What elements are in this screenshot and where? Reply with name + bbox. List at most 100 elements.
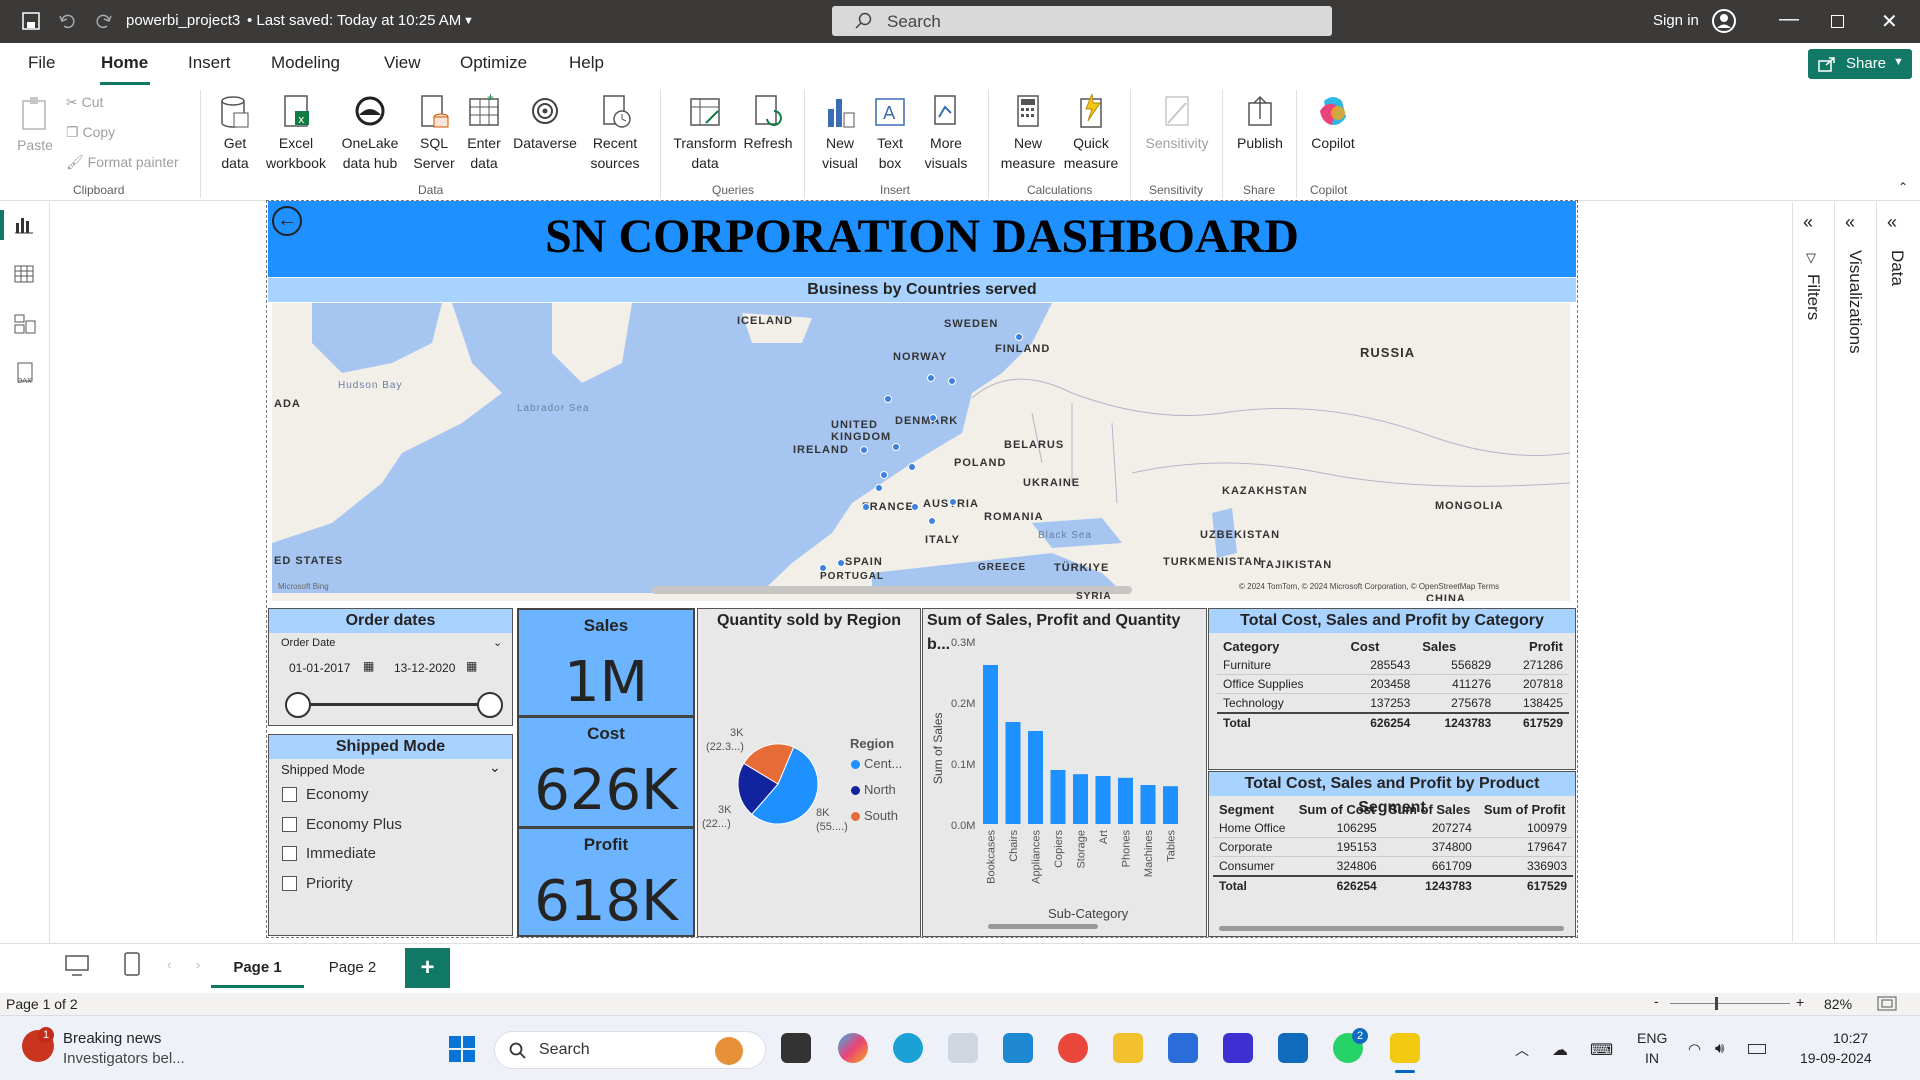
clock-date[interactable]: 19-09-2024 xyxy=(1800,1050,1872,1066)
redo-icon[interactable] xyxy=(95,12,113,30)
column-header[interactable]: Cost xyxy=(1345,637,1417,656)
column-header[interactable]: Category xyxy=(1217,637,1345,656)
transform-data-button[interactable]: Transform data xyxy=(670,93,740,173)
table-row[interactable]: Corporate 195153 374800 179647 xyxy=(1213,837,1573,857)
app-icon[interactable] xyxy=(1223,1033,1253,1063)
cost-card[interactable]: Cost 626K xyxy=(517,716,695,828)
chevron-up-icon[interactable]: ︿ xyxy=(1515,1040,1529,1060)
next-page-icon[interactable]: › xyxy=(196,957,200,972)
taskbar-search[interactable]: Search xyxy=(494,1031,766,1069)
map-point[interactable] xyxy=(884,395,892,403)
minimize-button[interactable]: — xyxy=(1779,8,1799,31)
battery-icon[interactable] xyxy=(1748,1044,1766,1054)
chevron-down-icon[interactable]: ⌄ xyxy=(493,636,502,649)
column-header[interactable]: Sum of Sales xyxy=(1383,800,1478,819)
outlook-icon[interactable] xyxy=(1278,1033,1308,1063)
column-header[interactable]: Segment xyxy=(1213,800,1293,819)
dataverse-button[interactable]: Dataverse xyxy=(510,93,580,153)
volume-icon[interactable]: 🔊︎ xyxy=(1715,1040,1724,1057)
bar[interactable] xyxy=(1095,776,1111,824)
copy-button[interactable]: ❐ Copy xyxy=(66,122,115,142)
calendar-icon[interactable]: ▦ xyxy=(363,659,374,673)
powerbi-icon[interactable] xyxy=(1390,1033,1420,1063)
text-box-button[interactable]: A Text box xyxy=(868,93,912,173)
news-subtitle[interactable]: Investigators bel... xyxy=(63,1050,185,1067)
subcategory-bar-visual[interactable]: Sum of Sales, Profit and Quantity b... 0… xyxy=(922,608,1207,937)
recent-sources-button[interactable]: Recent sources xyxy=(584,93,646,173)
table-row[interactable]: Home Office 106295 207274 100979 xyxy=(1213,819,1573,838)
copilot-icon[interactable] xyxy=(838,1033,868,1063)
column-header[interactable]: Profit xyxy=(1497,637,1569,656)
map-point[interactable] xyxy=(862,503,870,511)
map-point[interactable] xyxy=(860,446,868,454)
map-visual[interactable]: ICELAND SWEDEN FINLAND NORWAY RUSSIA DEN… xyxy=(272,303,1570,601)
onelake-button[interactable]: OneLake data hub xyxy=(332,93,408,173)
search-input[interactable]: Search xyxy=(832,6,1332,36)
legend-item[interactable]: North xyxy=(864,782,896,797)
column-header[interactable]: Sum of Profit xyxy=(1478,800,1573,819)
region-pie-visual[interactable]: Quantity sold by Region 3K (22.3...) 3K … xyxy=(697,608,921,937)
save-icon[interactable] xyxy=(22,12,40,30)
format-painter-button[interactable]: 🖌 Format painter xyxy=(66,152,179,172)
bar[interactable] xyxy=(1163,786,1178,824)
region-label[interactable]: IN xyxy=(1645,1050,1659,1066)
start-date-input[interactable]: 01-01-2017 xyxy=(289,661,350,675)
scrollbar[interactable] xyxy=(988,924,1098,929)
model-view-icon[interactable] xyxy=(14,313,36,335)
table-row[interactable]: Furniture 285543 556829 271286 xyxy=(1217,656,1569,675)
copilot-button[interactable]: Copilot xyxy=(1304,93,1362,153)
map-point[interactable] xyxy=(949,498,957,506)
wifi-icon[interactable]: ◠ xyxy=(1688,1040,1701,1058)
end-date-input[interactable]: 13-12-2020 xyxy=(394,661,455,675)
map-point[interactable] xyxy=(929,414,937,422)
enter-data-button[interactable]: + Enter data xyxy=(460,93,508,173)
checkbox-economy[interactable] xyxy=(282,787,297,802)
excel-workbook-button[interactable]: x Excel workbook xyxy=(262,93,330,173)
get-data-button[interactable]: Get data xyxy=(210,93,260,173)
sql-server-button[interactable]: SQL Server xyxy=(411,93,457,173)
table-row[interactable]: Consumer 324806 661709 336903 xyxy=(1213,856,1573,877)
data-pane[interactable]: « Data xyxy=(1876,202,1916,942)
news-title[interactable]: Breaking news xyxy=(63,1030,161,1047)
bar[interactable] xyxy=(1028,731,1043,824)
filters-pane[interactable]: « ▽ Filters xyxy=(1792,202,1832,942)
tab-page-2[interactable]: Page 2 xyxy=(306,948,399,988)
map-point[interactable] xyxy=(880,471,888,479)
dax-view-icon[interactable]: DAX xyxy=(14,362,36,384)
collapse-icon[interactable]: « xyxy=(1887,212,1897,233)
fit-page-icon[interactable] xyxy=(1877,996,1897,1011)
chevron-down-icon[interactable]: ⌄ xyxy=(489,759,501,776)
bar[interactable] xyxy=(1140,785,1156,824)
checkbox-immediate[interactable] xyxy=(282,846,297,861)
cloud-icon[interactable]: ☁ xyxy=(1552,1040,1568,1060)
bar[interactable] xyxy=(1050,770,1066,824)
zoom-slider-handle[interactable] xyxy=(1715,997,1718,1010)
clock-time[interactable]: 10:27 xyxy=(1833,1030,1868,1046)
publish-button[interactable]: Publish xyxy=(1230,93,1290,153)
maximize-button[interactable] xyxy=(1831,15,1844,28)
new-measure-button[interactable]: New measure xyxy=(996,93,1060,173)
visualizations-pane[interactable]: « Visualizations xyxy=(1834,202,1874,942)
bar[interactable] xyxy=(1005,722,1021,824)
legend-item[interactable]: Cent... xyxy=(864,756,902,771)
zoom-out-button[interactable]: - xyxy=(1654,993,1659,1009)
mobile-layout-icon[interactable] xyxy=(124,952,140,976)
edge-icon[interactable] xyxy=(893,1033,923,1063)
back-arrow-icon[interactable]: ← xyxy=(272,206,302,236)
add-page-button[interactable]: + xyxy=(405,948,450,988)
cut-button[interactable]: ✂ Cut xyxy=(66,92,103,112)
prev-page-icon[interactable]: ‹ xyxy=(167,957,171,972)
map-point[interactable] xyxy=(928,517,936,525)
quick-measure-button[interactable]: Quick measure xyxy=(1062,93,1120,173)
sensitivity-button[interactable]: Sensitivity xyxy=(1138,93,1216,153)
map-point[interactable] xyxy=(908,463,916,471)
vscode-icon[interactable] xyxy=(1003,1033,1033,1063)
report-view-icon[interactable] xyxy=(14,215,34,235)
paste-button[interactable]: Paste xyxy=(12,95,58,155)
close-button[interactable]: ✕ xyxy=(1881,9,1898,34)
share-button[interactable]: Share ▼ xyxy=(1808,49,1912,79)
bar[interactable] xyxy=(1073,774,1088,824)
table-view-icon[interactable] xyxy=(14,264,34,284)
slider-handle-start[interactable] xyxy=(285,692,311,718)
file-icon[interactable] xyxy=(948,1033,978,1063)
